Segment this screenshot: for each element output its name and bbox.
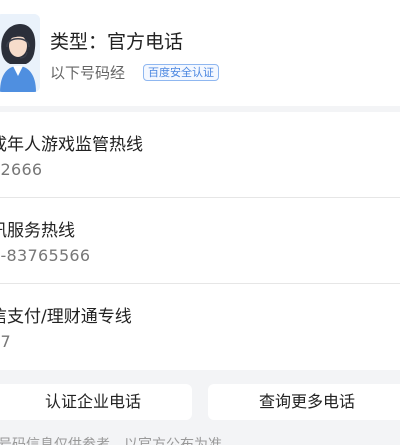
customer-service-icon — [0, 14, 40, 92]
query-more-phones-button[interactable]: 查询更多电话 — [208, 384, 400, 420]
phone-type-label: 类型：官方电话 — [50, 31, 184, 53]
hotline-item[interactable]: 讯服务热线 5-83765566 — [0, 198, 400, 284]
hotline-list: 成年人游戏监管热线 92666 讯服务热线 5-83765566 信支付/理财通… — [0, 112, 400, 370]
hotline-number[interactable]: 92666 — [0, 160, 42, 179]
footer-note: 号码信息仅供参考，以官方公布为准 — [0, 437, 222, 445]
certify-enterprise-phone-button[interactable]: 认证企业电话 — [0, 384, 192, 420]
hotline-name: 讯服务热线 — [0, 221, 75, 241]
avatar — [0, 14, 40, 92]
hotline-number[interactable]: 5-83765566 — [0, 246, 90, 265]
hotline-name: 成年人游戏监管热线 — [0, 135, 143, 155]
hotline-name: 信支付/理财通专线 — [0, 307, 132, 327]
hotline-item[interactable]: 成年人游戏监管热线 92666 — [0, 112, 400, 198]
hotline-item[interactable]: 信支付/理财通专线 17 — [0, 284, 400, 370]
verification-text: 以下号码经 — [50, 64, 126, 82]
security-certified-badge: 百度安全认证 — [143, 64, 219, 81]
result-header: 类型：官方电话 以下号码经 百度安全认证 — [0, 0, 400, 106]
hotline-number[interactable]: 17 — [0, 332, 11, 351]
